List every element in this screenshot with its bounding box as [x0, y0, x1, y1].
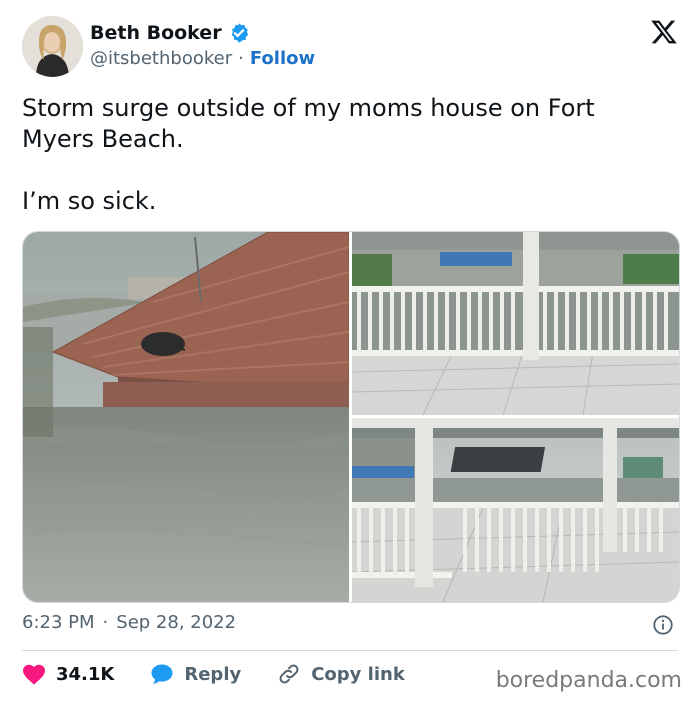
watermark: boredpanda.com — [495, 668, 682, 693]
tweet-time: 6:23 PM — [22, 612, 95, 633]
tweet-actions: 34.1K Reply Copy link — [22, 662, 441, 686]
author-handle-row: @itsbethbooker · Follow — [90, 48, 315, 69]
avatar-image — [22, 16, 83, 77]
photo-porch-railing-bottom — [351, 418, 679, 602]
media-grid-images — [23, 232, 679, 602]
tweet-timestamp[interactable]: 6:23 PM · Sep 28, 2022 — [22, 612, 236, 633]
tweet-date: Sep 28, 2022 — [116, 612, 237, 633]
author-name-row: Beth Booker — [90, 22, 250, 44]
handle-separator: · — [238, 48, 244, 69]
x-logo-icon[interactable] — [650, 18, 678, 46]
divider — [22, 650, 678, 651]
tweet-text: Storm surge outside of my moms house on … — [22, 94, 595, 215]
copy-link-button[interactable]: Copy link — [277, 662, 405, 686]
author-handle[interactable]: @itsbethbooker — [90, 48, 232, 69]
heart-icon — [23, 664, 45, 685]
photo-flooded-roof — [23, 232, 358, 602]
reply-label: Reply — [184, 663, 242, 685]
reply-button[interactable]: Reply — [150, 663, 241, 685]
media-grid[interactable] — [22, 231, 680, 603]
verified-badge-icon — [231, 23, 248, 43]
like-count: 34.1K — [56, 663, 115, 685]
timestamp-separator: · — [102, 612, 109, 633]
copy-link-label: Copy link — [311, 663, 405, 685]
follow-button[interactable]: Follow — [250, 48, 315, 69]
photo-porch-railing-top — [351, 232, 679, 416]
like-button[interactable]: 34.1K — [22, 663, 114, 685]
speech-bubble-icon — [151, 664, 173, 684]
author-name[interactable]: Beth Booker — [90, 22, 222, 44]
link-icon — [279, 664, 299, 684]
avatar[interactable] — [22, 16, 83, 77]
info-icon[interactable] — [652, 614, 674, 636]
